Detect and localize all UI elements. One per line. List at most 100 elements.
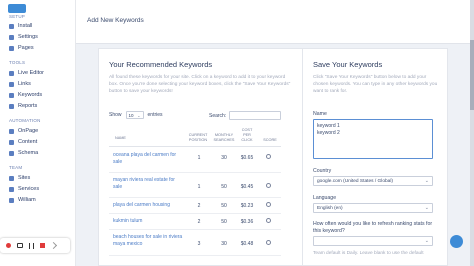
searches-cell: 50 bbox=[221, 184, 227, 190]
report-icon bbox=[9, 103, 14, 109]
gear-icon bbox=[9, 34, 14, 40]
install-icon bbox=[9, 23, 14, 29]
section-setup: SETUP bbox=[9, 14, 26, 19]
recommended-title: Your Recommended Keywords bbox=[109, 60, 213, 69]
page-header: Add New Keywords bbox=[76, 0, 474, 44]
sidebar: SETUP Install Settings Pages TOOLS Live … bbox=[0, 0, 76, 266]
sidebar-item-sites[interactable]: Sites bbox=[9, 175, 30, 181]
content-icon bbox=[9, 139, 14, 145]
chevron-right-icon[interactable] bbox=[49, 241, 58, 250]
save-keywords-card: Save Your Keywords Click "Save Your Keyw… bbox=[302, 48, 448, 266]
services-icon bbox=[9, 186, 14, 192]
edit-icon bbox=[9, 70, 14, 76]
column-name[interactable]: NAME bbox=[115, 136, 135, 141]
refresh-select[interactable]: ⌄ bbox=[313, 236, 433, 246]
stop-icon[interactable] bbox=[40, 243, 45, 248]
sidebar-item-william[interactable]: William bbox=[9, 197, 36, 203]
page-title: Add New Keywords bbox=[87, 17, 144, 24]
save-description: Click "Save Your Keywords" button below … bbox=[313, 75, 438, 94]
sidebar-item-pages[interactable]: Pages bbox=[9, 45, 34, 51]
position-cell: 1 bbox=[197, 184, 201, 190]
cpc-cell: $0.23 bbox=[240, 203, 254, 209]
cpc-cell: $0.48 bbox=[240, 241, 254, 247]
keyword-link[interactable]: beach houses for sale in riviera maya me… bbox=[113, 234, 183, 248]
keywords-textarea[interactable]: keyword 1 keyword 2 bbox=[313, 119, 433, 159]
sidebar-item-content[interactable]: Content bbox=[9, 139, 37, 145]
position-cell: 3 bbox=[197, 241, 201, 247]
keyword-link[interactable]: mayan riviera real estate for sale bbox=[113, 177, 183, 191]
searches-cell: 30 bbox=[221, 241, 227, 247]
chevron-down-icon: ⌄ bbox=[424, 205, 429, 211]
sidebar-item-install[interactable]: Install bbox=[9, 23, 32, 29]
record-icon[interactable] bbox=[6, 243, 11, 248]
section-team: TEAM bbox=[9, 165, 23, 170]
searches-cell: 50 bbox=[221, 219, 227, 225]
table-header: NAME CURRENT POSITION MONTHLY SEARCHES C… bbox=[109, 127, 281, 147]
user-icon bbox=[9, 197, 14, 203]
table-row[interactable]: playa del carmen housing 2 50 $0.23 bbox=[109, 198, 281, 214]
sites-icon bbox=[9, 175, 14, 181]
cpc-cell: $0.65 bbox=[240, 155, 254, 161]
table-row[interactable]: mayan riviera real estate for sale 1 50 … bbox=[109, 173, 281, 198]
pause-icon[interactable] bbox=[29, 242, 34, 249]
keyword-line: keyword 2 bbox=[317, 130, 340, 136]
help-chat-button[interactable] bbox=[450, 235, 463, 248]
sidebar-item-live-editor[interactable]: Live Editor bbox=[9, 70, 44, 76]
app-logo[interactable] bbox=[8, 4, 26, 13]
table-search: Search: bbox=[209, 111, 282, 120]
table-row[interactable]: beach houses for sale in riviera maya me… bbox=[109, 230, 281, 256]
refresh-label: How often would you like to refresh rank… bbox=[313, 221, 433, 234]
save-title: Save Your Keywords bbox=[313, 60, 383, 69]
keyword-link[interactable]: kukmin tulum bbox=[113, 218, 183, 225]
link-icon bbox=[9, 81, 14, 87]
chevron-down-icon: ⌄ bbox=[137, 112, 141, 118]
column-cpc[interactable]: COST PER CLICK bbox=[239, 128, 255, 143]
country-label: Country bbox=[313, 168, 332, 174]
scrollbar[interactable] bbox=[470, 0, 474, 266]
column-position[interactable]: CURRENT POSITION bbox=[187, 133, 209, 143]
searches-cell: 50 bbox=[221, 203, 227, 209]
table-row[interactable]: oceana playa del carmen for sale 1 30 $0… bbox=[109, 148, 281, 173]
sidebar-item-links[interactable]: Links bbox=[9, 81, 31, 87]
keyword-link[interactable]: oceana playa del carmen for sale bbox=[113, 152, 183, 166]
sidebar-item-keywords[interactable]: Keywords bbox=[9, 92, 42, 98]
search-input[interactable] bbox=[229, 111, 282, 120]
pages-icon bbox=[9, 45, 14, 51]
sidebar-item-services[interactable]: Services bbox=[9, 186, 39, 192]
position-cell: 2 bbox=[197, 219, 201, 225]
scrollbar-thumb[interactable] bbox=[470, 40, 474, 110]
score-info-icon[interactable] bbox=[266, 218, 271, 223]
cpc-cell: $0.45 bbox=[240, 184, 254, 190]
key-icon bbox=[9, 92, 14, 98]
country-select[interactable]: google.com (United States / Global) ⌄ bbox=[313, 176, 433, 186]
score-info-icon[interactable] bbox=[266, 202, 271, 207]
cpc-cell: $0.36 bbox=[240, 219, 254, 225]
sidebar-item-onpage[interactable]: OnPage bbox=[9, 128, 38, 134]
position-cell: 1 bbox=[197, 155, 201, 161]
column-searches[interactable]: MONTHLY SEARCHES bbox=[213, 133, 235, 143]
searches-cell: 30 bbox=[221, 155, 227, 161]
sidebar-item-schema[interactable]: Schema bbox=[9, 150, 38, 156]
sidebar-item-settings[interactable]: Settings bbox=[9, 34, 38, 40]
table-row[interactable]: kukmin tulum 2 50 $0.36 bbox=[109, 214, 281, 230]
sidebar-item-reports[interactable]: Reports bbox=[9, 103, 37, 109]
section-tools: TOOLS bbox=[9, 60, 26, 65]
main-content: Add New Keywords Your Recommended Keywor… bbox=[76, 0, 474, 266]
position-cell: 2 bbox=[197, 203, 201, 209]
score-info-icon[interactable] bbox=[266, 240, 271, 245]
refresh-footnote: Team default is Daily. Leave blank to us… bbox=[313, 251, 424, 256]
camera-icon[interactable] bbox=[17, 243, 23, 248]
keyword-link[interactable]: playa del carmen housing bbox=[113, 202, 183, 209]
recommended-description: All found these keywords for your site. … bbox=[109, 75, 291, 94]
column-score[interactable]: SCORE bbox=[261, 138, 279, 143]
score-info-icon[interactable] bbox=[266, 183, 271, 188]
onpage-icon bbox=[9, 128, 14, 134]
score-info-icon[interactable] bbox=[266, 154, 271, 159]
language-select[interactable]: English (en) ⌄ bbox=[313, 203, 433, 213]
chevron-down-icon: ⌄ bbox=[424, 238, 429, 244]
language-label: Language bbox=[313, 195, 337, 201]
entries-control: Show 10 ⌄ entries bbox=[109, 111, 163, 119]
recording-toolbar bbox=[0, 238, 70, 253]
name-label: Name bbox=[313, 111, 327, 117]
entries-select[interactable]: 10 ⌄ bbox=[125, 111, 144, 119]
